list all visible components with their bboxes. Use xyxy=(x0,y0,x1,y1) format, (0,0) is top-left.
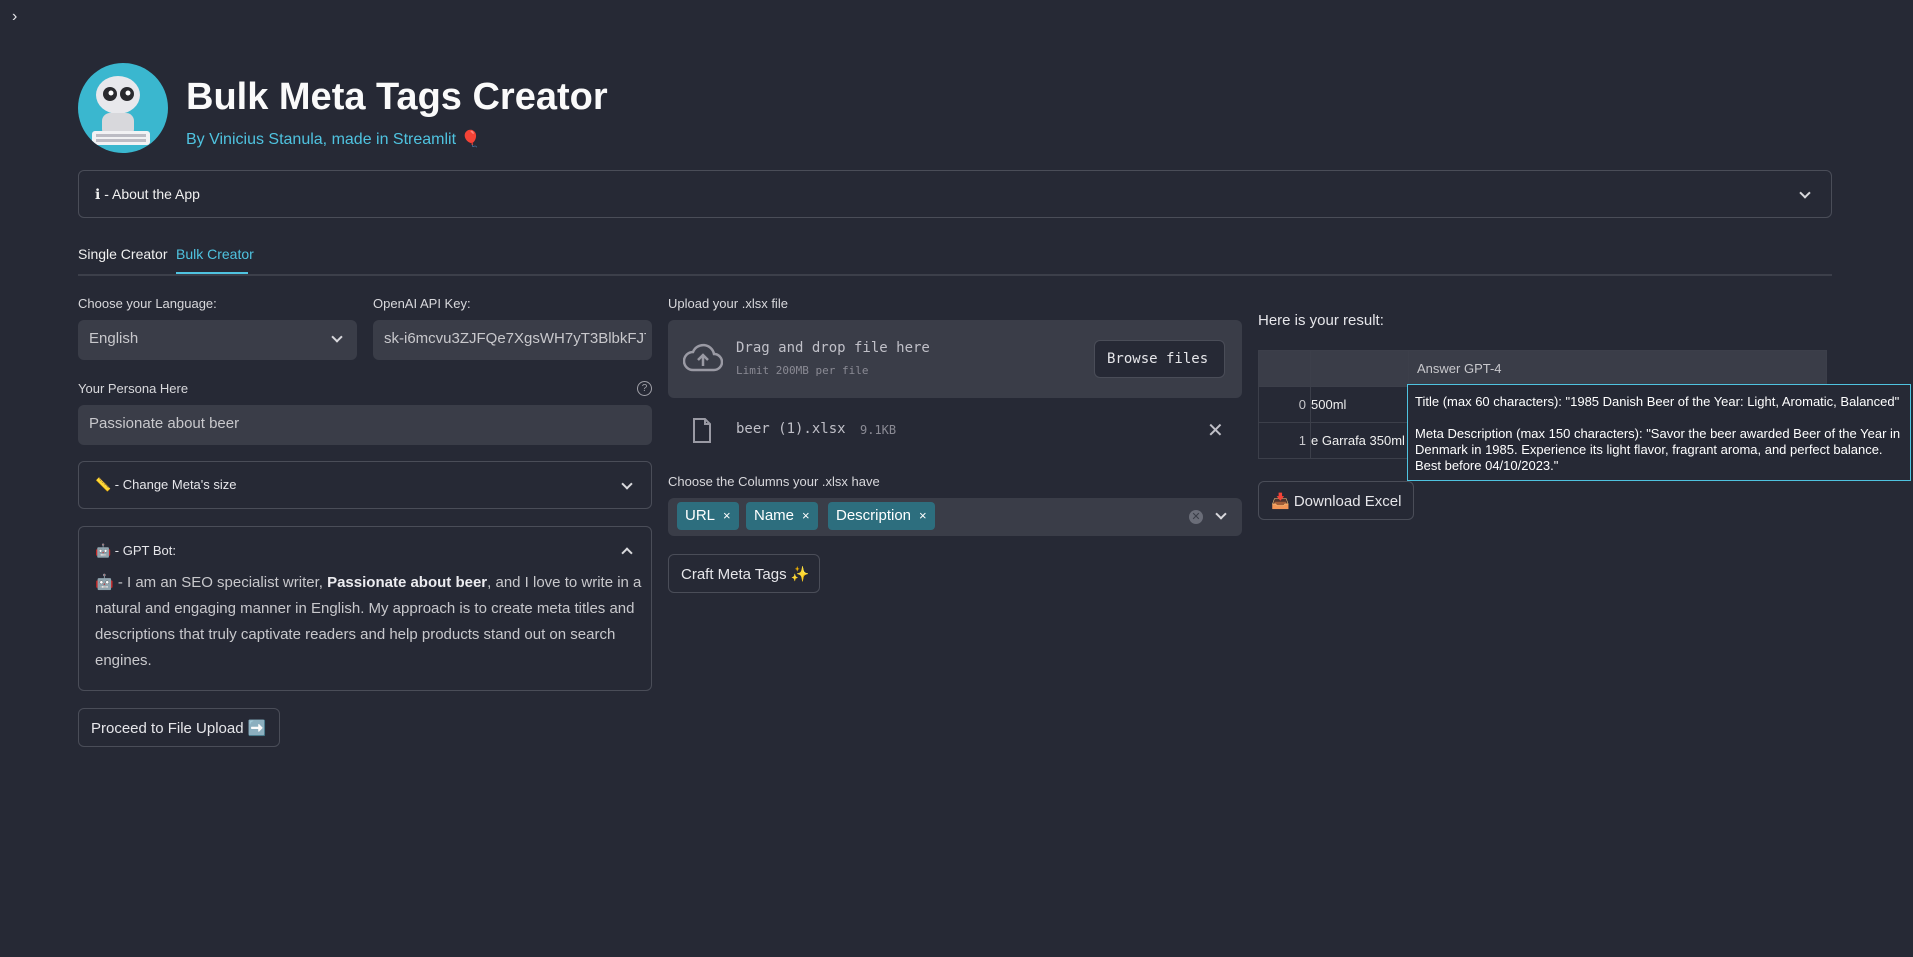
clear-all-icon[interactable]: ✕ xyxy=(1189,510,1203,524)
table-header-cell xyxy=(1310,350,1409,387)
file-name: beer (1).xlsx xyxy=(736,421,846,437)
chevron-up-icon xyxy=(621,547,633,559)
columns-multiselect[interactable]: URL × Name × Description × ✕ xyxy=(668,498,1242,536)
language-value: English xyxy=(89,330,139,347)
tooltip-title-line: Title (max 60 characters): "1985 Danish … xyxy=(1415,394,1900,409)
browse-files-button[interactable]: Browse files xyxy=(1094,340,1225,378)
upload-label: Upload your .xlsx file xyxy=(668,296,788,311)
proceed-button[interactable]: Proceed to File Upload ➡️ xyxy=(78,708,280,747)
language-select[interactable]: English xyxy=(78,320,357,360)
download-excel-button[interactable]: 📥 Download Excel xyxy=(1258,481,1414,520)
change-size-expander[interactable]: 📏 - Change Meta's size xyxy=(78,461,652,509)
chevron-down-icon xyxy=(1215,508,1227,520)
change-size-label: 📏 - Change Meta's size xyxy=(95,477,237,492)
drag-drop-text: Drag and drop file here xyxy=(736,340,930,356)
gpt-bot-label: 🤖 - GPT Bot: xyxy=(95,543,176,558)
file-dropzone[interactable]: Drag and drop file here Limit 200MB per … xyxy=(668,320,1242,398)
chip-name[interactable]: Name × xyxy=(746,502,818,530)
api-key-label: OpenAI API Key: xyxy=(373,296,471,311)
chevron-down-icon xyxy=(621,478,633,490)
persona-value: Passionate about beer xyxy=(89,415,240,432)
file-size: 9.1KB xyxy=(860,423,897,437)
about-expander-label: ℹ - About the App xyxy=(95,186,200,202)
remove-file-icon[interactable]: ✕ xyxy=(1207,418,1224,443)
chip-remove-icon[interactable]: × xyxy=(919,508,927,523)
table-header-row: Answer GPT-4 xyxy=(1258,350,1827,387)
tab-bulk-creator[interactable]: Bulk Creator xyxy=(176,246,254,262)
persona-label: Your Persona Here xyxy=(78,381,189,396)
gpt-bot-text: 🤖 - I am an SEO specialist writer, Passi… xyxy=(95,574,642,669)
chip-remove-icon[interactable]: × xyxy=(723,508,731,523)
robot-logo xyxy=(78,63,168,153)
row-index: 0 xyxy=(1258,386,1311,423)
result-label: Here is your result: xyxy=(1258,312,1384,329)
chevron-down-icon xyxy=(331,331,343,343)
columns-label: Choose the Columns your .xlsx have xyxy=(668,474,880,489)
page-title: Bulk Meta Tags Creator xyxy=(186,76,608,118)
help-icon[interactable]: ? xyxy=(637,381,652,396)
cell-tooltip: Title (max 60 characters): "1985 Danish … xyxy=(1407,384,1911,481)
cloud-upload-icon xyxy=(683,343,723,372)
chip-url[interactable]: URL × xyxy=(677,502,739,530)
limit-text: Limit 200MB per file xyxy=(736,364,869,377)
api-key-input[interactable]: sk-i6mcvu3ZJFQe7XgsWH7yT3BlbkFJTe xyxy=(373,320,652,360)
tab-single-creator[interactable]: Single Creator xyxy=(78,246,168,262)
table-header-cell xyxy=(1258,350,1311,387)
gpt-bot-expander[interactable]: 🤖 - GPT Bot: 🤖 - I am an SEO specialist … xyxy=(78,526,652,691)
row-index: 1 xyxy=(1258,422,1311,459)
tooltip-description-line: Meta Description (max 150 characters): "… xyxy=(1415,426,1901,473)
sidebar-toggle[interactable]: › xyxy=(12,8,17,26)
active-tab-indicator xyxy=(176,272,248,274)
language-label: Choose your Language: xyxy=(78,296,217,311)
tab-bar: Single Creator Bulk Creator xyxy=(78,244,1832,276)
page-subtitle[interactable]: By Vinicius Stanula, made in Streamlit 🎈 xyxy=(186,129,480,149)
table-header-cell[interactable]: Answer GPT-4 xyxy=(1408,350,1827,387)
craft-meta-tags-button[interactable]: Craft Meta Tags ✨ xyxy=(668,554,820,593)
chevron-down-icon xyxy=(1799,187,1811,199)
table-cell[interactable]: 500ml xyxy=(1310,386,1409,423)
chip-remove-icon[interactable]: × xyxy=(802,508,810,523)
persona-input[interactable]: Passionate about beer xyxy=(78,405,652,445)
chip-description[interactable]: Description × xyxy=(828,502,935,530)
file-icon xyxy=(693,418,711,443)
api-key-value: sk-i6mcvu3ZJFQe7XgsWH7yT3BlbkFJTe xyxy=(384,330,646,347)
table-cell[interactable]: e Garrafa 350ml xyxy=(1310,422,1409,459)
about-expander[interactable]: ℹ - About the App xyxy=(78,170,1832,218)
